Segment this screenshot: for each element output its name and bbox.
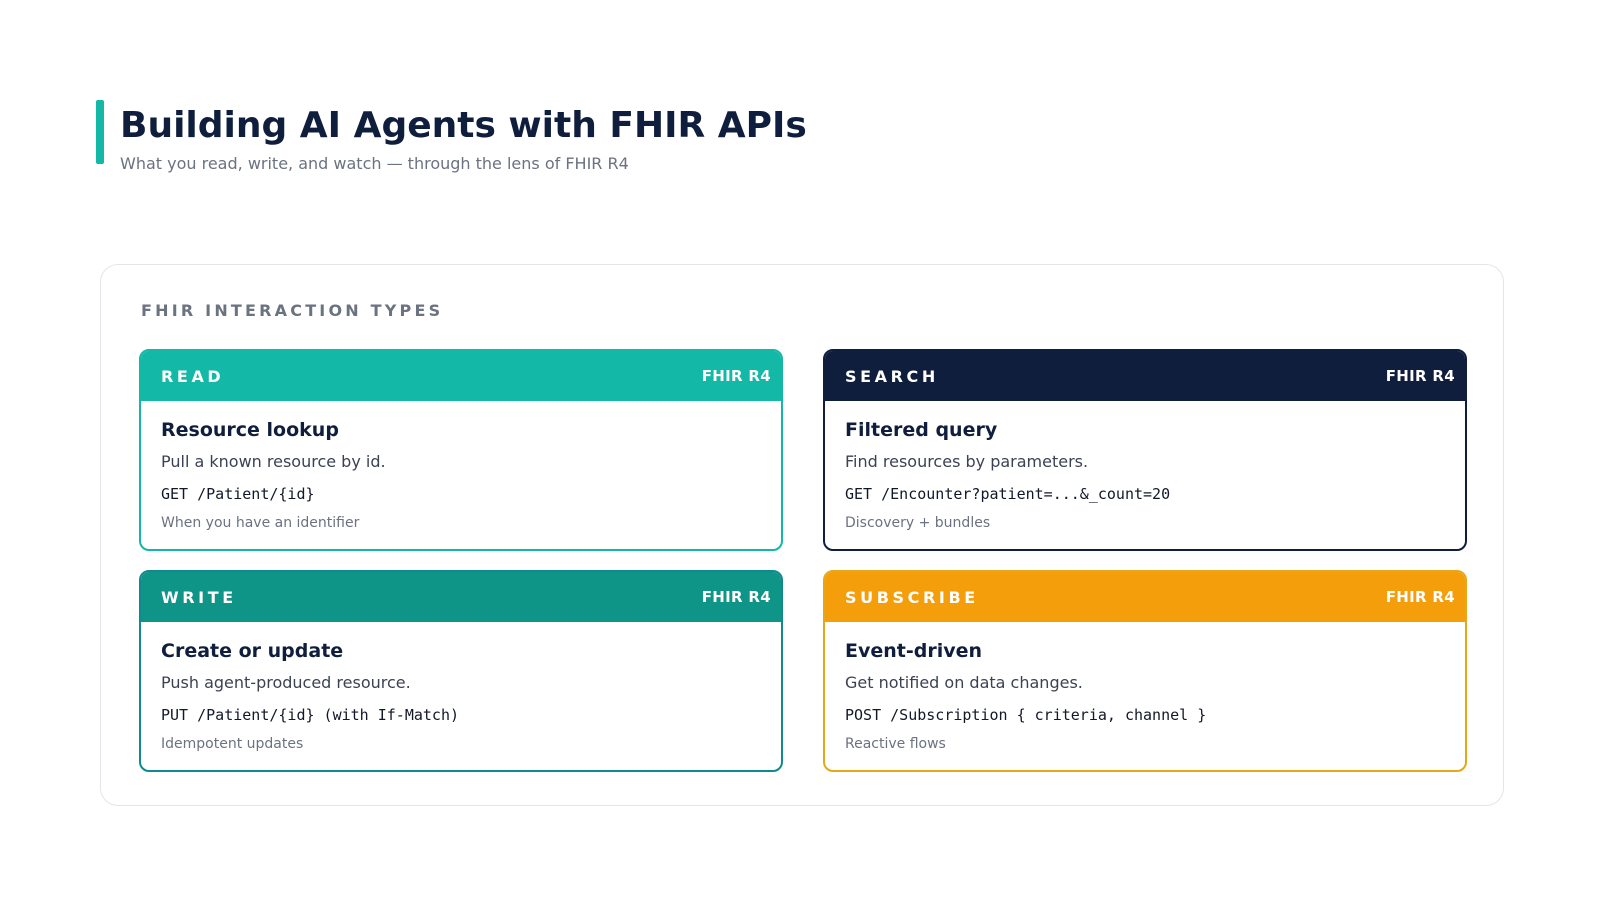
card-code-example: GET /Patient/{id} bbox=[161, 485, 315, 503]
card-type-label: SEARCH bbox=[845, 366, 939, 386]
card-heading: Filtered query bbox=[845, 419, 998, 441]
card-version-tag: FHIR R4 bbox=[701, 588, 771, 606]
card-read: READ FHIR R4 Resource lookup Pull a know… bbox=[139, 349, 783, 551]
card-type-label: WRITE bbox=[161, 587, 237, 607]
card-description: Push agent-produced resource. bbox=[161, 673, 411, 692]
card-note: Discovery + bundles bbox=[845, 515, 991, 531]
card-heading: Resource lookup bbox=[161, 419, 339, 441]
card-note: Reactive flows bbox=[845, 736, 946, 752]
card-search: SEARCH FHIR R4 Filtered query Find resou… bbox=[823, 349, 1467, 551]
card-body: Filtered query Find resources by paramet… bbox=[825, 401, 1465, 533]
card-description: Find resources by parameters. bbox=[845, 452, 1089, 471]
card-code-example: PUT /Patient/{id} (with If-Match) bbox=[161, 706, 460, 724]
panel-title: FHIR INTERACTION TYPES bbox=[141, 301, 444, 320]
card-header: WRITE FHIR R4 bbox=[141, 572, 781, 622]
page-subtitle: What you read, write, and watch — throug… bbox=[120, 154, 629, 173]
card-description: Get notified on data changes. bbox=[845, 673, 1083, 692]
card-type-label: SUBSCRIBE bbox=[845, 587, 979, 607]
card-subscribe: SUBSCRIBE FHIR R4 Event-driven Get notif… bbox=[823, 570, 1467, 772]
card-header: READ FHIR R4 bbox=[141, 351, 781, 401]
card-header: SEARCH FHIR R4 bbox=[825, 351, 1465, 401]
card-description: Pull a known resource by id. bbox=[161, 452, 386, 471]
card-body: Event-driven Get notified on data change… bbox=[825, 622, 1465, 754]
card-version-tag: FHIR R4 bbox=[701, 367, 771, 385]
card-heading: Event-driven bbox=[845, 640, 983, 662]
card-version-tag: FHIR R4 bbox=[1385, 367, 1455, 385]
card-header: SUBSCRIBE FHIR R4 bbox=[825, 572, 1465, 622]
card-type-label: READ bbox=[161, 366, 225, 386]
card-version-tag: FHIR R4 bbox=[1385, 588, 1455, 606]
card-write: WRITE FHIR R4 Create or update Push agen… bbox=[139, 570, 783, 772]
card-note: Idempotent updates bbox=[161, 736, 304, 752]
accent-bar bbox=[96, 100, 104, 164]
card-code-example: POST /Subscription { criteria, channel } bbox=[845, 706, 1207, 724]
card-body: Resource lookup Pull a known resource by… bbox=[141, 401, 781, 533]
slide: Building AI Agents with FHIR APIs What y… bbox=[0, 0, 1600, 900]
header: Building AI Agents with FHIR APIs What y… bbox=[96, 100, 807, 173]
interaction-types-panel: FHIR INTERACTION TYPES READ FHIR R4 Reso… bbox=[100, 264, 1504, 806]
card-body: Create or update Push agent-produced res… bbox=[141, 622, 781, 754]
card-code-example: GET /Encounter?patient=...&_count=20 bbox=[845, 485, 1171, 503]
card-note: When you have an identifier bbox=[161, 515, 360, 531]
card-heading: Create or update bbox=[161, 640, 344, 662]
page-title: Building AI Agents with FHIR APIs bbox=[120, 105, 807, 146]
